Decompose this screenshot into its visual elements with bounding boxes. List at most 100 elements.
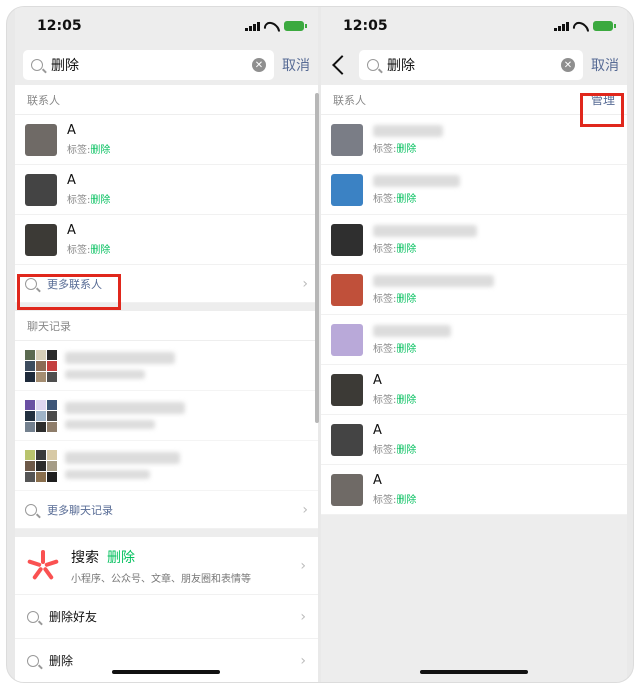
cancel-button[interactable]: 取消	[591, 55, 619, 75]
clear-search-icon[interactable]: ✕	[561, 58, 575, 72]
tag-label: 标签:	[373, 243, 397, 255]
redacted-contact-name	[373, 224, 477, 237]
avatar	[331, 473, 363, 506]
tag-value: 删除	[396, 143, 417, 155]
contact-name: A	[67, 173, 76, 188]
contacts-header: 联系人 管理	[321, 85, 627, 115]
contact-tag: 标签:删除	[67, 141, 110, 156]
tag-label: 标签:	[373, 395, 397, 406]
contact-row[interactable]: A 标签:删除	[15, 165, 318, 215]
contact-tag: 标签:删除	[373, 240, 477, 255]
cellular-signal-icon	[245, 21, 260, 31]
search-online-keyword: 删除	[107, 549, 135, 566]
contacts-section: 联系人 管理 标签:删除 标签:删除 标签:删除 标签:删除 标签:删除 A 标签:删除 A 标…	[321, 85, 627, 515]
search-input[interactable]: 删除 ✕	[359, 50, 583, 80]
avatar	[25, 173, 57, 206]
tag-label: 标签:	[373, 445, 397, 456]
group-avatar	[25, 349, 57, 382]
search-icon	[25, 277, 37, 290]
home-indicator	[420, 670, 528, 674]
contact-row[interactable]: 标签:删除	[321, 315, 627, 365]
redacted-contact-name	[373, 274, 494, 287]
contact-row[interactable]: A 标签:删除	[15, 215, 318, 265]
status-bar: 12:05	[15, 7, 318, 45]
contact-tag: 标签:删除	[373, 140, 443, 155]
tag-label: 标签:	[67, 195, 91, 206]
search-input[interactable]: 删除 ✕	[23, 50, 274, 80]
suggestion-row[interactable]: 删除好友 ›	[15, 595, 318, 639]
group-avatar	[25, 449, 57, 482]
contact-row[interactable]: A 标签:删除	[15, 115, 318, 165]
chat-history-item[interactable]	[15, 391, 318, 441]
contact-tag: 标签:删除	[373, 190, 460, 205]
avatar	[331, 373, 363, 406]
contact-row[interactable]: 标签:删除	[321, 265, 627, 315]
contact-row[interactable]: A 标签:删除	[321, 465, 627, 515]
search-query: 删除	[51, 58, 79, 74]
contact-tag: 标签:删除	[373, 491, 416, 506]
redacted-contact-name	[373, 174, 460, 187]
contact-row[interactable]: 标签:删除	[321, 115, 627, 165]
search-icon	[31, 59, 43, 71]
tag-value: 删除	[396, 395, 417, 406]
cancel-button[interactable]: 取消	[282, 55, 310, 75]
battery-charging-icon	[284, 21, 307, 31]
tag-label: 标签:	[373, 193, 397, 205]
contact-row[interactable]: 标签:删除	[321, 215, 627, 265]
contact-name: A	[67, 123, 76, 138]
left-phone-screen: 12:05 删除 ✕ 取消 联系人 A 标签:删除 A 标签:删除 A 标签:删除 更多联	[15, 7, 318, 682]
status-time: 12:05	[343, 18, 388, 34]
contact-row[interactable]: A 标签:删除	[321, 415, 627, 465]
back-arrow-icon[interactable]	[332, 55, 352, 75]
more-chat-history-button[interactable]: 更多聊天记录 ›	[15, 491, 318, 529]
search-bar: 删除 ✕ 取消	[321, 45, 627, 85]
contact-name: A	[373, 473, 382, 488]
contact-tag: 标签:删除	[373, 340, 451, 355]
tag-label: 标签:	[373, 495, 397, 506]
chat-history-item[interactable]	[15, 341, 318, 391]
search-icon	[27, 610, 39, 623]
chat-history-header: 聊天记录	[15, 311, 318, 341]
search-online-title: 搜索	[71, 549, 99, 566]
clear-search-icon[interactable]: ✕	[252, 58, 266, 72]
status-time: 12:05	[37, 18, 82, 34]
avatar	[331, 273, 363, 306]
tag-label: 标签:	[373, 143, 397, 155]
status-bar: 12:05	[321, 7, 627, 45]
avatar	[331, 323, 363, 356]
avatar	[331, 123, 363, 156]
tag-value: 删除	[396, 193, 417, 205]
wifi-icon	[265, 21, 279, 31]
chevron-right-icon: ›	[302, 275, 308, 292]
search-logo-icon	[27, 549, 59, 582]
suggestion-label: 删除	[49, 654, 74, 668]
tag-value: 删除	[396, 243, 417, 255]
contact-tag: 标签:删除	[373, 391, 416, 406]
avatar	[25, 223, 57, 256]
scrollbar[interactable]	[315, 93, 319, 423]
tag-value: 删除	[90, 145, 111, 156]
tag-value: 删除	[90, 195, 111, 206]
more-contacts-button[interactable]: 更多联系人 ›	[15, 265, 318, 303]
search-online-row[interactable]: 搜索 删除 小程序、公众号、文章、朋友圈和表情等 ›	[15, 537, 318, 595]
tag-value: 删除	[396, 445, 417, 456]
manage-button[interactable]: 管理	[591, 91, 615, 108]
chat-history-section: 聊天记录 更多聊天记录 ›	[15, 311, 318, 529]
chat-history-item[interactable]	[15, 441, 318, 491]
screenshot-frame: 12:05 删除 ✕ 取消 联系人 A 标签:删除 A 标签:删除 A 标签:删除 更多联	[6, 6, 634, 683]
search-query: 删除	[387, 58, 415, 74]
contact-name: A	[67, 223, 76, 238]
wifi-icon	[574, 21, 588, 31]
suggestion-row[interactable]: 删除 ›	[15, 639, 318, 682]
tag-label: 标签:	[373, 293, 397, 305]
more-contacts-label: 更多联系人	[47, 277, 102, 291]
tag-value: 删除	[90, 245, 111, 256]
contact-row[interactable]: 标签:删除	[321, 165, 627, 215]
tag-value: 删除	[396, 495, 417, 506]
contact-row[interactable]: A 标签:删除	[321, 365, 627, 415]
contact-tag: 标签:删除	[373, 441, 416, 456]
avatar	[25, 123, 57, 156]
right-phone-screen: 12:05 删除 ✕ 取消 联系人 管理 标签:删除 标签:删除 标签:删除 标签:删…	[321, 7, 627, 682]
cellular-signal-icon	[554, 21, 569, 31]
redacted-contact-name	[373, 324, 451, 337]
